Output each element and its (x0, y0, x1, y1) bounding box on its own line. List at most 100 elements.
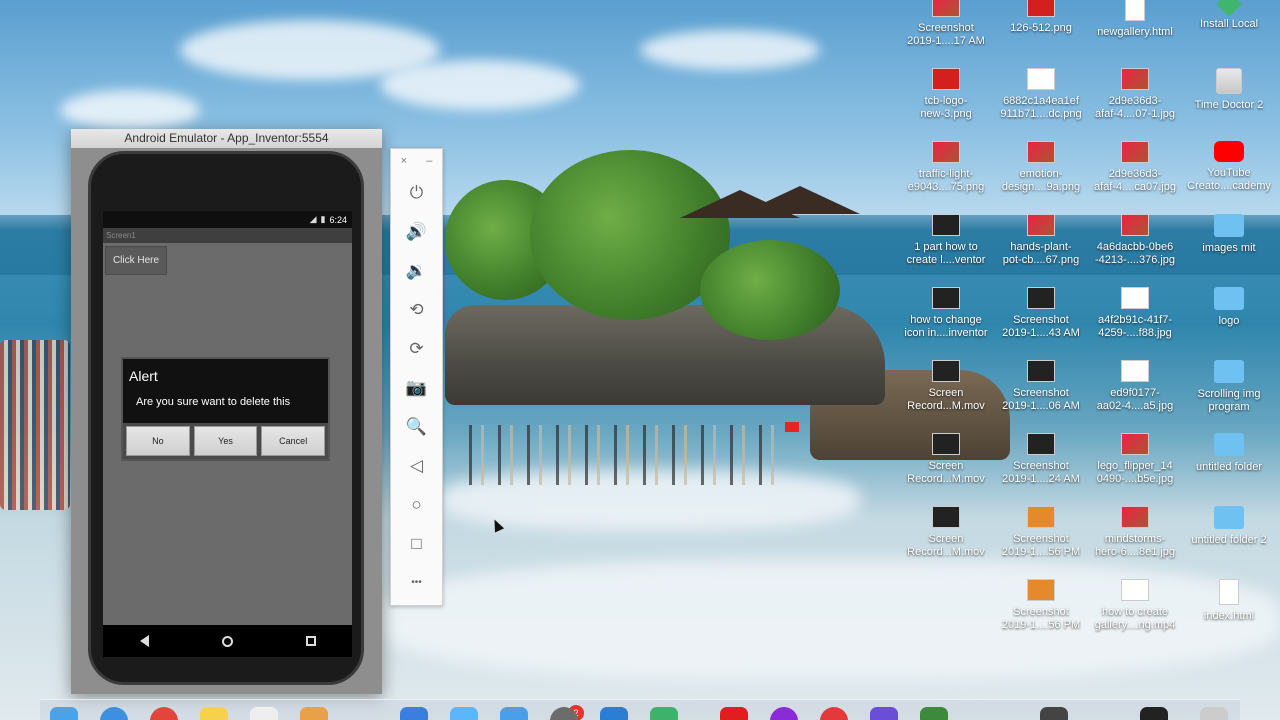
desktop-icon[interactable]: Screenshot 2019-1....43 AM (993, 287, 1089, 340)
safari-icon[interactable] (100, 707, 128, 720)
desktop-icon-label: a4f2b91c-41f7- 4259-....f88.jpg (1098, 314, 1172, 339)
file-icon (932, 68, 960, 90)
desktop-icon[interactable]: Screenshot 2019-1....56 PM (993, 506, 1089, 559)
youtube-icon[interactable] (720, 707, 748, 720)
desktop-icon[interactable]: untitled folder 2 (1181, 506, 1277, 547)
rotate-right-icon[interactable]: ⟳ (391, 329, 442, 368)
volume-up-icon[interactable]: 🔊 (391, 212, 442, 251)
chrome-icon[interactable] (150, 707, 178, 720)
desktop-icon-label: Screenshot 2019-1....56 PM (1001, 606, 1081, 631)
app-icon[interactable] (770, 707, 798, 720)
desktop-icon[interactable]: Screen Record...M.mov (898, 506, 994, 559)
desktop-icon[interactable]: 1 part how to create l....ventor (898, 214, 994, 267)
file-icon (1121, 141, 1149, 163)
back-icon[interactable]: ◁ (391, 446, 442, 485)
desktop-icon[interactable]: ed9f0177- aa02-4....a5.jpg (1087, 360, 1183, 413)
file-icon (932, 506, 960, 528)
file-icon (1121, 433, 1149, 455)
zoom-icon[interactable]: 🔍 (391, 407, 442, 446)
home-icon[interactable] (221, 635, 233, 647)
desktop-icon-label: Install Local (1199, 18, 1259, 30)
file-icon (1121, 506, 1149, 528)
no-button[interactable]: No (126, 426, 190, 456)
minimize-icon[interactable]: – (426, 155, 432, 167)
desktop-icon-label: lego_flipper_14 0490-....b5e.jpg (1096, 460, 1174, 485)
dialog-message: Are you sure want to delete this (123, 388, 328, 423)
desktop-icon[interactable]: images mit (1181, 214, 1277, 255)
desktop-icon-label: Screenshot 2019-1....43 AM (1002, 314, 1080, 339)
desktop-icon[interactable]: tcb-logo- new-3.png (898, 68, 994, 121)
desktop-icon-label: images mit (1202, 242, 1256, 254)
app-icon[interactable] (300, 707, 328, 720)
desktop-icon[interactable]: Screen Record...M.mov (898, 360, 994, 413)
close-icon[interactable]: × (401, 155, 407, 167)
click-here-button[interactable]: Click Here (105, 246, 167, 275)
emulator-window-title[interactable]: Android Emulator - App_Inventor:5554 (71, 129, 382, 148)
desktop-icon[interactable]: Screenshot 2019-1....56 PM (993, 579, 1089, 632)
desktop-icon-label: 1 part how to create l....ventor (906, 241, 986, 266)
desktop-icon[interactable]: 6882c1a4ea1ef 911b71....dc.png (993, 68, 1089, 121)
desktop-icon-label: Screenshot 2019-1....24 AM (1002, 460, 1080, 485)
desktop-icon[interactable]: untitled folder (1181, 433, 1277, 474)
volume-down-icon[interactable]: 🔉 (391, 251, 442, 290)
camera-icon[interactable]: 📷 (391, 368, 442, 407)
power-icon[interactable]: ⏻ (391, 173, 442, 212)
notes-icon[interactable] (200, 707, 228, 720)
app-icon[interactable] (820, 707, 848, 720)
vscode-icon[interactable] (600, 707, 628, 720)
desktop-icon[interactable]: a4f2b91c-41f7- 4259-....f88.jpg (1087, 287, 1183, 340)
desktop-icon[interactable]: logo (1181, 287, 1277, 328)
desktop-icon[interactable]: Screenshot 2019-1....24 AM (993, 433, 1089, 486)
cancel-button[interactable]: Cancel (261, 426, 326, 456)
app-icon[interactable] (870, 707, 898, 720)
status-bar: ◢ ▮ 6:24 (103, 211, 352, 228)
file-icon (1027, 68, 1055, 90)
overview-icon[interactable]: □ (391, 524, 442, 563)
desktop-icon[interactable]: newgallery.html (1087, 0, 1183, 39)
dock: 2 (40, 699, 1240, 720)
app-icon[interactable] (450, 707, 478, 720)
app-icon[interactable] (250, 707, 278, 720)
yes-button[interactable]: Yes (193, 426, 258, 456)
desktop-icon[interactable]: Time Doctor 2 (1181, 68, 1277, 112)
desktop-icon[interactable]: hands-plant- pot-cb....67.png (993, 214, 1089, 267)
desktop-icon[interactable]: how to change icon in....inventor (898, 287, 994, 340)
desktop-icon-label: Screenshot 2019-1....06 AM (1002, 387, 1080, 412)
desktop-icon[interactable]: how to create gallery....ng.mp4 (1087, 579, 1183, 632)
desktop-icon[interactable]: 2d9e36d3- afaf-4....ca07.jpg (1087, 141, 1183, 194)
desktop-icon[interactable]: index.html (1181, 579, 1277, 623)
mail-icon[interactable] (500, 707, 528, 720)
file-icon (1027, 141, 1055, 163)
app-icon[interactable] (920, 707, 948, 720)
overview-icon[interactable] (305, 636, 316, 646)
app-icon[interactable] (1140, 707, 1168, 720)
desktop-icon-label: Screen Record...M.mov (907, 387, 985, 412)
desktop-icon[interactable]: lego_flipper_14 0490-....b5e.jpg (1087, 433, 1183, 486)
more-icon[interactable]: ••• (391, 563, 442, 602)
desktop-icon[interactable]: YouTube Creato....cademy (1181, 141, 1277, 193)
rotate-left-icon[interactable]: ⟲ (391, 290, 442, 329)
app-icon[interactable] (400, 707, 428, 720)
desktop-icon[interactable]: emotion- design....9a.png (993, 141, 1089, 194)
app-icon[interactable] (650, 707, 678, 720)
desktop-icon[interactable]: mindstorms- hero-6....8e1.jpg (1087, 506, 1183, 559)
desktop-icon-label: Screen Record...M.mov (907, 460, 985, 485)
desktop-icon[interactable]: 2d9e36d3- afaf-4....07-1.jpg (1087, 68, 1183, 121)
finder-icon[interactable] (50, 707, 78, 720)
folder-icon (1214, 433, 1244, 456)
desktop-icon[interactable]: Screen Record...M.mov (898, 433, 994, 486)
desktop-icon[interactable]: Install Local (1181, 0, 1277, 31)
desktop-icon[interactable]: Scrolling img program (1181, 360, 1277, 414)
emulator-side-toolbar: × – ⏻ 🔊 🔉 ⟲ ⟳ 📷 🔍 ◁ ○ □ ••• (390, 148, 443, 606)
desktop-icon[interactable]: traffic-light- e9043....75.png (898, 141, 994, 194)
desktop-icon[interactable]: 126-512.png (993, 0, 1089, 35)
back-icon[interactable] (139, 635, 149, 647)
desktop-icon[interactable]: Screenshot 2019-1....06 AM (993, 360, 1089, 413)
trash-icon[interactable] (1200, 707, 1228, 720)
home-icon[interactable]: ○ (391, 485, 442, 524)
desktop-icon-label: untitled folder (1195, 461, 1263, 473)
desktop-icon[interactable]: Screenshot 2019-1....17 AM (898, 0, 994, 48)
desktop-icon-label: emotion- design....9a.png (1001, 168, 1081, 193)
app-icon[interactable] (1040, 707, 1068, 720)
desktop-icon[interactable]: 4a6dacbb-0be6 -4213-....376.jpg (1087, 214, 1183, 267)
